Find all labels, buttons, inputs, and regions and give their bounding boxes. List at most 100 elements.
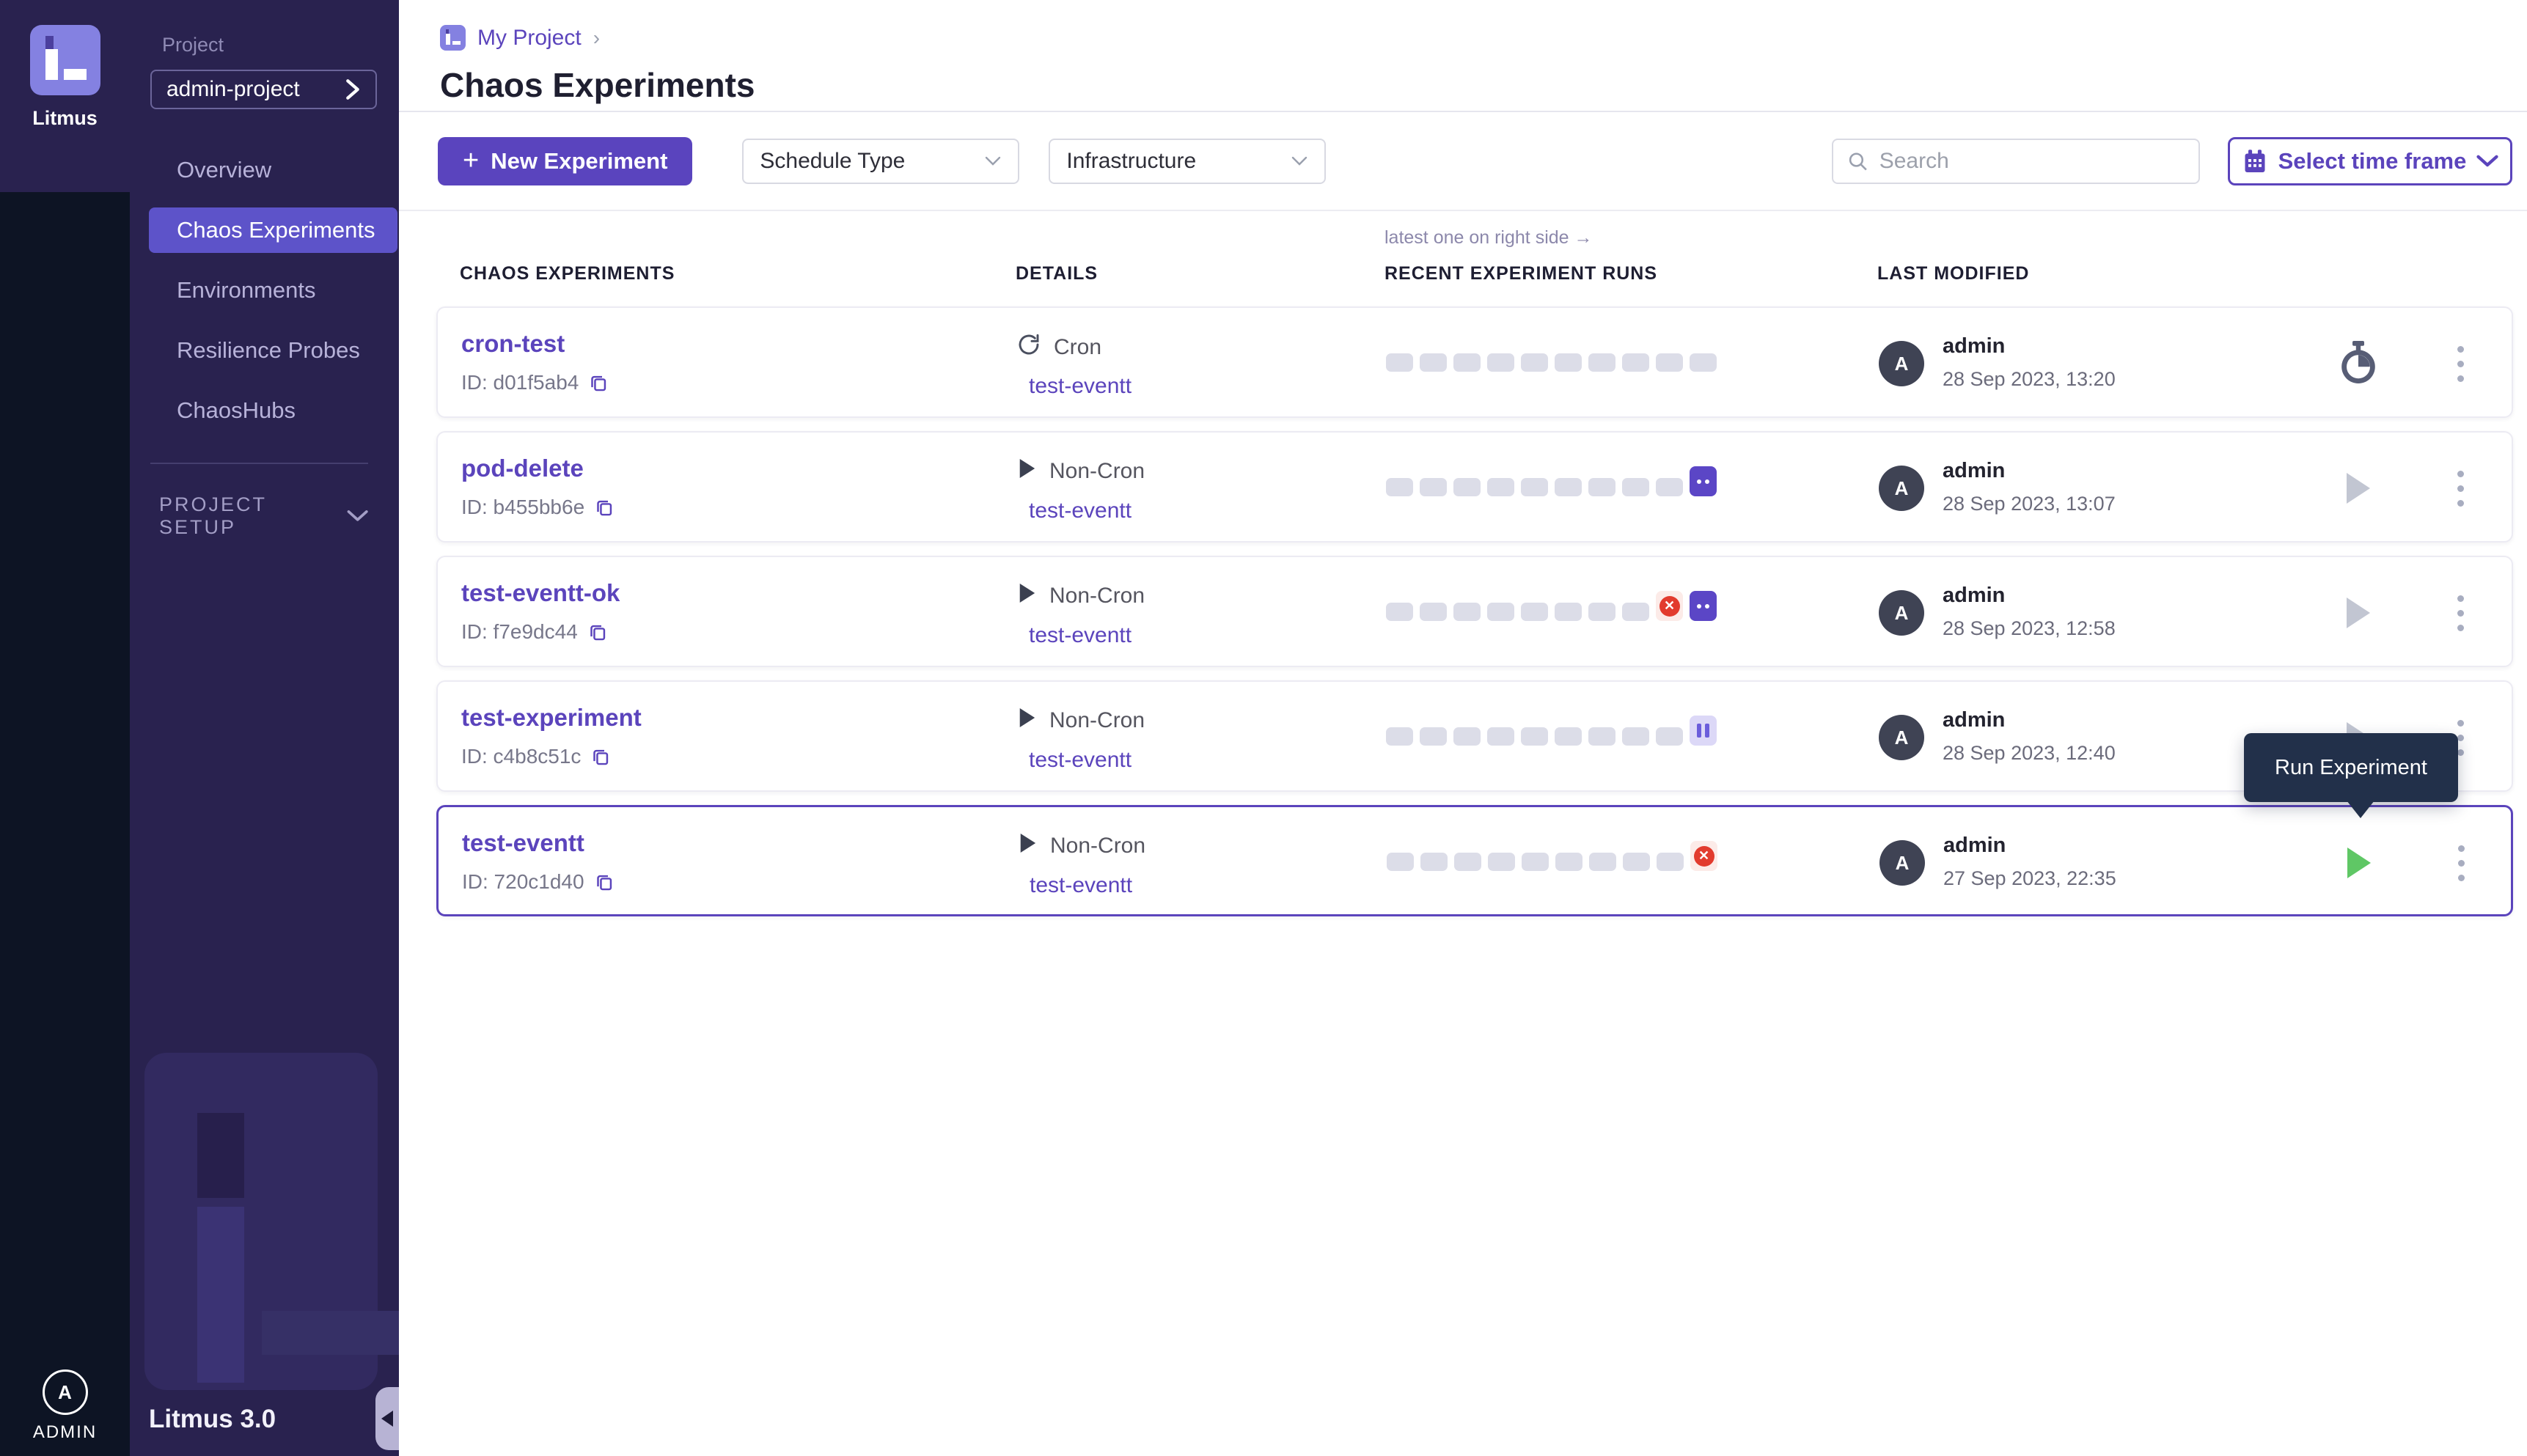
run-empty-cell	[1588, 353, 1615, 372]
run-empty-cell	[1420, 353, 1447, 372]
project-setup-label: PROJECT SETUP	[159, 493, 347, 539]
collapse-left-icon	[381, 1411, 393, 1427]
user-avatar[interactable]: A	[43, 1369, 88, 1415]
project-selector-value: admin-project	[166, 77, 300, 102]
play-outline-icon	[1017, 582, 1036, 610]
rail-logo-section: Litmus	[0, 0, 130, 192]
run-empty-cell	[1589, 853, 1616, 871]
avatar: A	[1879, 466, 1924, 511]
run-empty-cell	[1487, 353, 1514, 372]
row-menu-button[interactable]	[2446, 339, 2475, 389]
infrastructure-link[interactable]: test-eventt	[1029, 748, 1132, 773]
experiment-name-link[interactable]: test-eventt-ok	[461, 579, 620, 607]
search-input[interactable]	[1879, 149, 2185, 174]
infrastructure-link[interactable]: test-eventt	[1029, 499, 1132, 523]
schedule-type-select[interactable]: Schedule Type	[742, 139, 1019, 184]
breadcrumb-project-link[interactable]: My Project	[477, 26, 582, 51]
experiment-id-text: ID: 720c1d40	[462, 870, 584, 894]
experiment-row-cron-test[interactable]: cron-testID: d01f5ab4Crontest-eventtAadm…	[436, 306, 2513, 418]
search-icon	[1846, 149, 1869, 174]
sidebar-item-chaos-experiments[interactable]: Chaos Experiments	[149, 207, 397, 253]
run-empty-cell	[1420, 478, 1447, 496]
select-time-frame-button[interactable]: Select time frame	[2228, 137, 2512, 185]
copy-icon[interactable]	[595, 498, 615, 518]
run-experiment-button[interactable]	[2336, 589, 2381, 636]
run-experiment-button[interactable]	[2336, 839, 2382, 886]
row-menu-button[interactable]	[2446, 463, 2475, 513]
modified-by-user: admin	[1943, 834, 2006, 858]
run-experiment-button[interactable]	[2336, 465, 2381, 512]
litmus-logo-label: Litmus	[32, 107, 98, 130]
row-menu-button[interactable]	[2446, 838, 2476, 888]
run-empty-cell	[1555, 478, 1582, 496]
time-frame-label: Select time frame	[2278, 148, 2467, 174]
icon-rail: Litmus A ADMIN	[0, 0, 130, 1456]
schedule-type: Non-Cron	[1017, 582, 1145, 610]
play-icon-disabled	[2347, 473, 2370, 504]
experiment-id: ID: 720c1d40	[462, 870, 615, 894]
modified-date: 28 Sep 2023, 12:40	[1943, 742, 2116, 765]
run-empty-cell	[1588, 727, 1615, 746]
infrastructure-select[interactable]: Infrastructure	[1049, 139, 1326, 184]
infrastructure-link[interactable]: test-eventt	[1029, 374, 1132, 399]
experiment-id: ID: b455bb6e	[461, 496, 615, 519]
run-running-cell[interactable]	[1690, 591, 1717, 621]
experiment-name-link[interactable]: test-eventt	[462, 829, 584, 857]
experiment-name-link[interactable]: test-experiment	[461, 704, 642, 732]
sidebar-item-chaoshubs[interactable]: ChaosHubs	[149, 388, 397, 433]
copy-icon[interactable]	[591, 747, 611, 767]
experiment-id: ID: c4b8c51c	[461, 745, 611, 768]
schedule-type-label: Non-Cron	[1049, 459, 1145, 484]
column-chaos-experiments: CHAOS EXPERIMENTS	[460, 263, 675, 284]
experiment-row-test-experiment[interactable]: test-experimentID: c4b8c51cNon-Crontest-…	[436, 680, 2513, 792]
sidebar-item-project-setup[interactable]: PROJECT SETUP	[159, 493, 368, 539]
project-selector[interactable]: admin-project	[150, 70, 377, 109]
run-paused-cell[interactable]	[1690, 716, 1717, 746]
litmus-logo-icon	[30, 25, 100, 95]
row-menu-button[interactable]	[2446, 588, 2475, 638]
schedule-type: Non-Cron	[1017, 457, 1145, 485]
run-empty-cell	[1656, 478, 1683, 496]
sidebar-item-resilience-probes[interactable]: Resilience Probes	[149, 328, 397, 373]
experiment-row-test-eventt-ok[interactable]: test-eventt-okID: f7e9dc44Non-Crontest-e…	[436, 556, 2513, 667]
new-experiment-button[interactable]: + New Experiment	[438, 137, 692, 185]
failed-x-icon: ✕	[1659, 596, 1680, 617]
run-empty-cell	[1521, 353, 1548, 372]
page-header: My Project › Chaos Experiments	[399, 0, 2527, 112]
experiment-name-link[interactable]: pod-delete	[461, 455, 584, 482]
copy-icon[interactable]	[595, 872, 615, 892]
run-empty-cell	[1588, 478, 1615, 496]
run-failed-cell[interactable]: ✕	[1690, 841, 1717, 871]
chevron-right-icon	[345, 78, 361, 100]
latest-run-hint: latest one on right side →	[1384, 227, 1593, 249]
run-empty-cell	[1453, 727, 1481, 746]
run-empty-cell	[1386, 478, 1413, 496]
play-outline-icon	[1017, 707, 1036, 735]
sidebar-item-environments[interactable]: Environments	[149, 268, 397, 313]
tooltip-label: Run Experiment	[2275, 756, 2427, 780]
run-empty-cell	[1622, 478, 1649, 496]
version-label: Litmus 3.0	[149, 1405, 276, 1434]
copy-icon[interactable]	[589, 373, 609, 393]
modified-date: 28 Sep 2023, 13:07	[1943, 493, 2116, 515]
sidebar-item-overview[interactable]: Overview	[149, 147, 397, 193]
experiment-row-pod-delete[interactable]: pod-delete ID: b455bb6e Non-Cron test-event…	[436, 431, 2513, 543]
column-last-modified: LAST MODIFIED	[1877, 263, 2029, 284]
run-empty-cell	[1487, 727, 1514, 746]
experiment-name-link[interactable]: cron-test	[461, 330, 565, 358]
experiment-row-test-eventt[interactable]: test-eventtID: 720c1d40Non-Crontest-even…	[436, 805, 2513, 916]
run-empty-cell	[1386, 727, 1413, 746]
run-running-cell[interactable]	[1690, 466, 1717, 496]
experiment-id-text: ID: d01f5ab4	[461, 371, 579, 394]
schedule-type-label: Schedule Type	[760, 149, 905, 174]
copy-icon[interactable]	[588, 622, 608, 642]
avatar: A	[1879, 840, 1925, 886]
recent-runs	[1386, 716, 1717, 746]
infrastructure-link[interactable]: test-eventt	[1029, 623, 1132, 648]
run-failed-cell[interactable]: ✕	[1656, 591, 1683, 621]
cron-icon	[1017, 333, 1041, 362]
timer-icon[interactable]	[2336, 340, 2381, 387]
user-role-label: ADMIN	[33, 1422, 97, 1443]
sidebar-collapse-button[interactable]	[375, 1387, 399, 1450]
infrastructure-link[interactable]: test-eventt	[1030, 873, 1132, 898]
